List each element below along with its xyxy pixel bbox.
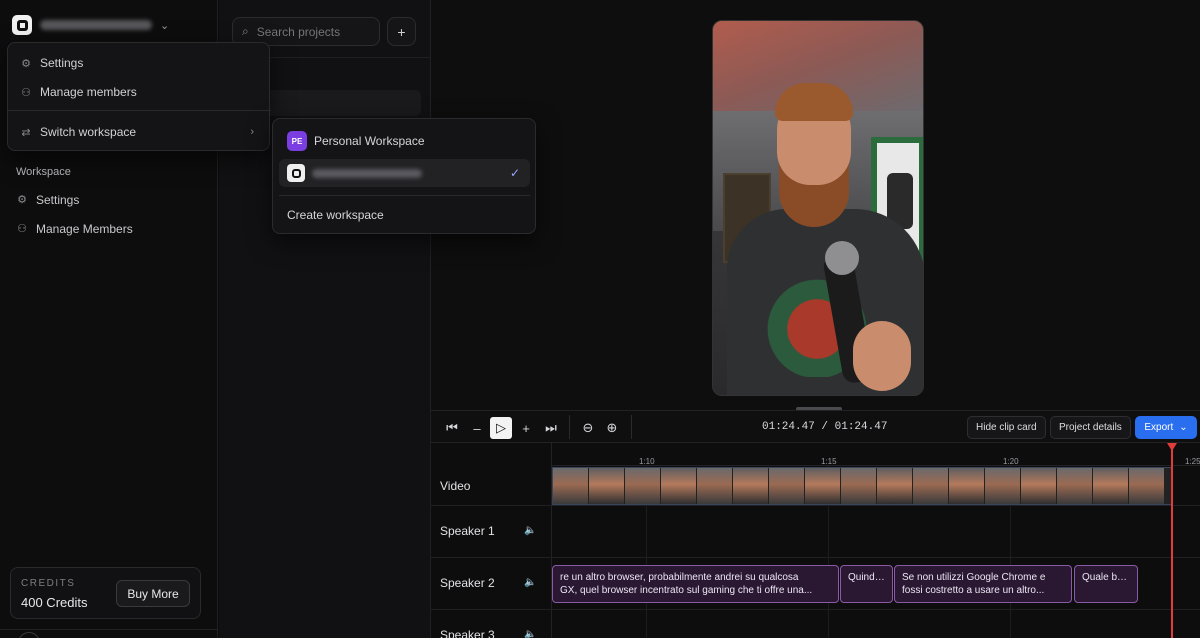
zoom-in-icon[interactable]: ⊕	[601, 417, 623, 439]
export-label: Export	[1144, 422, 1174, 433]
scene-mic-head	[825, 241, 859, 275]
hide-clip-card-button[interactable]: Hide clip card	[967, 416, 1046, 439]
chevron-right-icon: ›	[250, 126, 254, 138]
speaker-icon[interactable]: 🔈	[524, 525, 536, 536]
search-input[interactable]	[256, 24, 367, 39]
menu-item-label: Manage members	[40, 85, 137, 99]
track-label-speaker-3: Speaker 3	[440, 628, 495, 638]
sidebar-item-settings[interactable]: ⚙ Settings	[16, 193, 79, 207]
track-label-speaker-2: Speaker 2	[440, 576, 495, 590]
tick-label: 1:15	[821, 457, 837, 466]
zoom-out-icon[interactable]: ⊖	[577, 417, 599, 439]
credits-card: CREDITS 400 Credits Buy More	[10, 567, 201, 619]
workspace-menu: ⚙ Settings ⚇ Manage members ⇄ Switch wor…	[7, 42, 271, 151]
caption-clip[interactable]: Se non utilizzi Google Chrome e fossi co…	[894, 565, 1072, 603]
timeline: 1:10 1:15 1:20 1:25 Video Speaker 1 🔈 Sp…	[431, 443, 1200, 638]
divider	[0, 629, 218, 630]
tick-label: 1:10	[639, 457, 655, 466]
tick-label: 1:25	[1185, 457, 1200, 466]
clip-line: GX, quel browser incentrato sul gaming c…	[560, 585, 813, 596]
chevron-down-icon: ⌄	[1179, 422, 1188, 433]
player-toolbar: ⏮ – ▷ + ⏭ ⊖ ⊕ 01:24.47 / 01:24.47 Hide c…	[431, 410, 1200, 443]
create-workspace-label: Create workspace	[287, 208, 384, 222]
workspace-name-blurred	[312, 168, 422, 178]
video-preview[interactable]	[712, 20, 924, 396]
track-label-speaker-1: Speaker 1	[440, 524, 495, 538]
divider	[569, 415, 570, 439]
project-details-button[interactable]: Project details	[1050, 416, 1131, 439]
search-icon: ⌕	[242, 24, 249, 38]
workspace-logo-icon	[12, 15, 32, 35]
minus-icon[interactable]: –	[466, 417, 488, 439]
gear-icon: ⚙	[17, 194, 27, 206]
app-root: ⌄ Workspace ⚙ Settings ⚇ Manage Members …	[0, 0, 1200, 638]
workspace-name-blurred	[40, 20, 152, 30]
divider	[631, 415, 632, 439]
buy-more-button[interactable]: Buy More	[116, 580, 190, 607]
menu-item-label: Settings	[40, 56, 84, 70]
tick-label: 1:20	[1003, 457, 1019, 466]
avatar[interactable]	[18, 632, 40, 638]
add-project-button[interactable]: +	[387, 17, 416, 46]
playhead[interactable]	[1171, 443, 1173, 638]
menu-item-label: Switch workspace	[40, 125, 137, 139]
workspace-submenu: PE Personal Workspace ✓ Create workspace	[272, 118, 536, 234]
workspace-option-current[interactable]: ✓	[279, 159, 530, 187]
time-ruler[interactable]: 1:10 1:15 1:20 1:25	[552, 443, 1200, 466]
menu-item-switch-workspace[interactable]: ⇄ Switch workspace	[20, 125, 136, 139]
divider	[279, 195, 530, 196]
workspace-switcher[interactable]: ⌄	[12, 12, 169, 38]
scene-hair	[775, 83, 853, 121]
plus-icon[interactable]: +	[515, 417, 537, 439]
users-icon: ⚇	[21, 86, 31, 99]
video-track-strip[interactable]	[552, 467, 1172, 505]
credits-value: 400 Credits	[21, 595, 88, 610]
skip-end-icon[interactable]: ⏭	[540, 417, 562, 439]
skip-start-icon[interactable]: ⏮	[441, 417, 463, 439]
timecode: 01:24.47 / 01:24.47	[762, 421, 888, 433]
clip-line: re un altro browser, probabilmente andre…	[560, 572, 799, 583]
create-workspace-button[interactable]: Create workspace	[279, 201, 530, 229]
clip-line: Quale bro...	[1082, 572, 1130, 583]
sidebar-item-label: Settings	[36, 193, 80, 207]
gear-icon: ⚙	[21, 57, 31, 70]
caption-clip[interactable]: re un altro browser, probabilmente andre…	[552, 565, 839, 603]
divider	[8, 110, 271, 111]
workspace-section-label: Workspace	[16, 166, 71, 178]
chevron-down-icon: ⌄	[160, 19, 170, 32]
caption-clip[interactable]: Quindi ...	[840, 565, 893, 603]
lane-divider	[431, 557, 1200, 558]
speaker-icon[interactable]: 🔈	[524, 577, 536, 588]
menu-item-manage-members[interactable]: ⚇ Manage members	[20, 85, 137, 99]
speaker-icon[interactable]: 🔈	[524, 629, 536, 638]
clip-line: Quindi ...	[848, 572, 885, 583]
play-button[interactable]: ▷	[490, 417, 512, 439]
workspace-option-personal[interactable]: PE Personal Workspace	[279, 127, 530, 155]
sidebar-item-manage-members[interactable]: ⚇ Manage Members	[16, 222, 133, 236]
workspace-badge: PE	[287, 131, 307, 151]
scene-hand	[853, 321, 911, 391]
check-icon: ✓	[509, 166, 520, 180]
menu-item-settings[interactable]: ⚙ Settings	[20, 56, 83, 70]
credits-label: CREDITS	[21, 578, 76, 589]
lane-divider	[431, 609, 1200, 610]
workspace-logo-icon	[287, 164, 305, 182]
clip-line: fossi costretto a usare un altro...	[902, 585, 1045, 596]
switch-icon: ⇄	[21, 126, 31, 139]
export-button[interactable]: Export ⌄	[1135, 416, 1197, 439]
track-label-video: Video	[440, 479, 471, 493]
sidebar-item-label: Manage Members	[36, 222, 133, 236]
lane-divider	[431, 505, 1200, 506]
video-preview-area	[431, 0, 1200, 410]
clip-line: Se non utilizzi Google Chrome e	[902, 572, 1046, 583]
users-icon: ⚇	[17, 223, 27, 235]
workspace-option-label: Personal Workspace	[314, 134, 425, 148]
caption-clip[interactable]: Quale bro...	[1074, 565, 1138, 603]
